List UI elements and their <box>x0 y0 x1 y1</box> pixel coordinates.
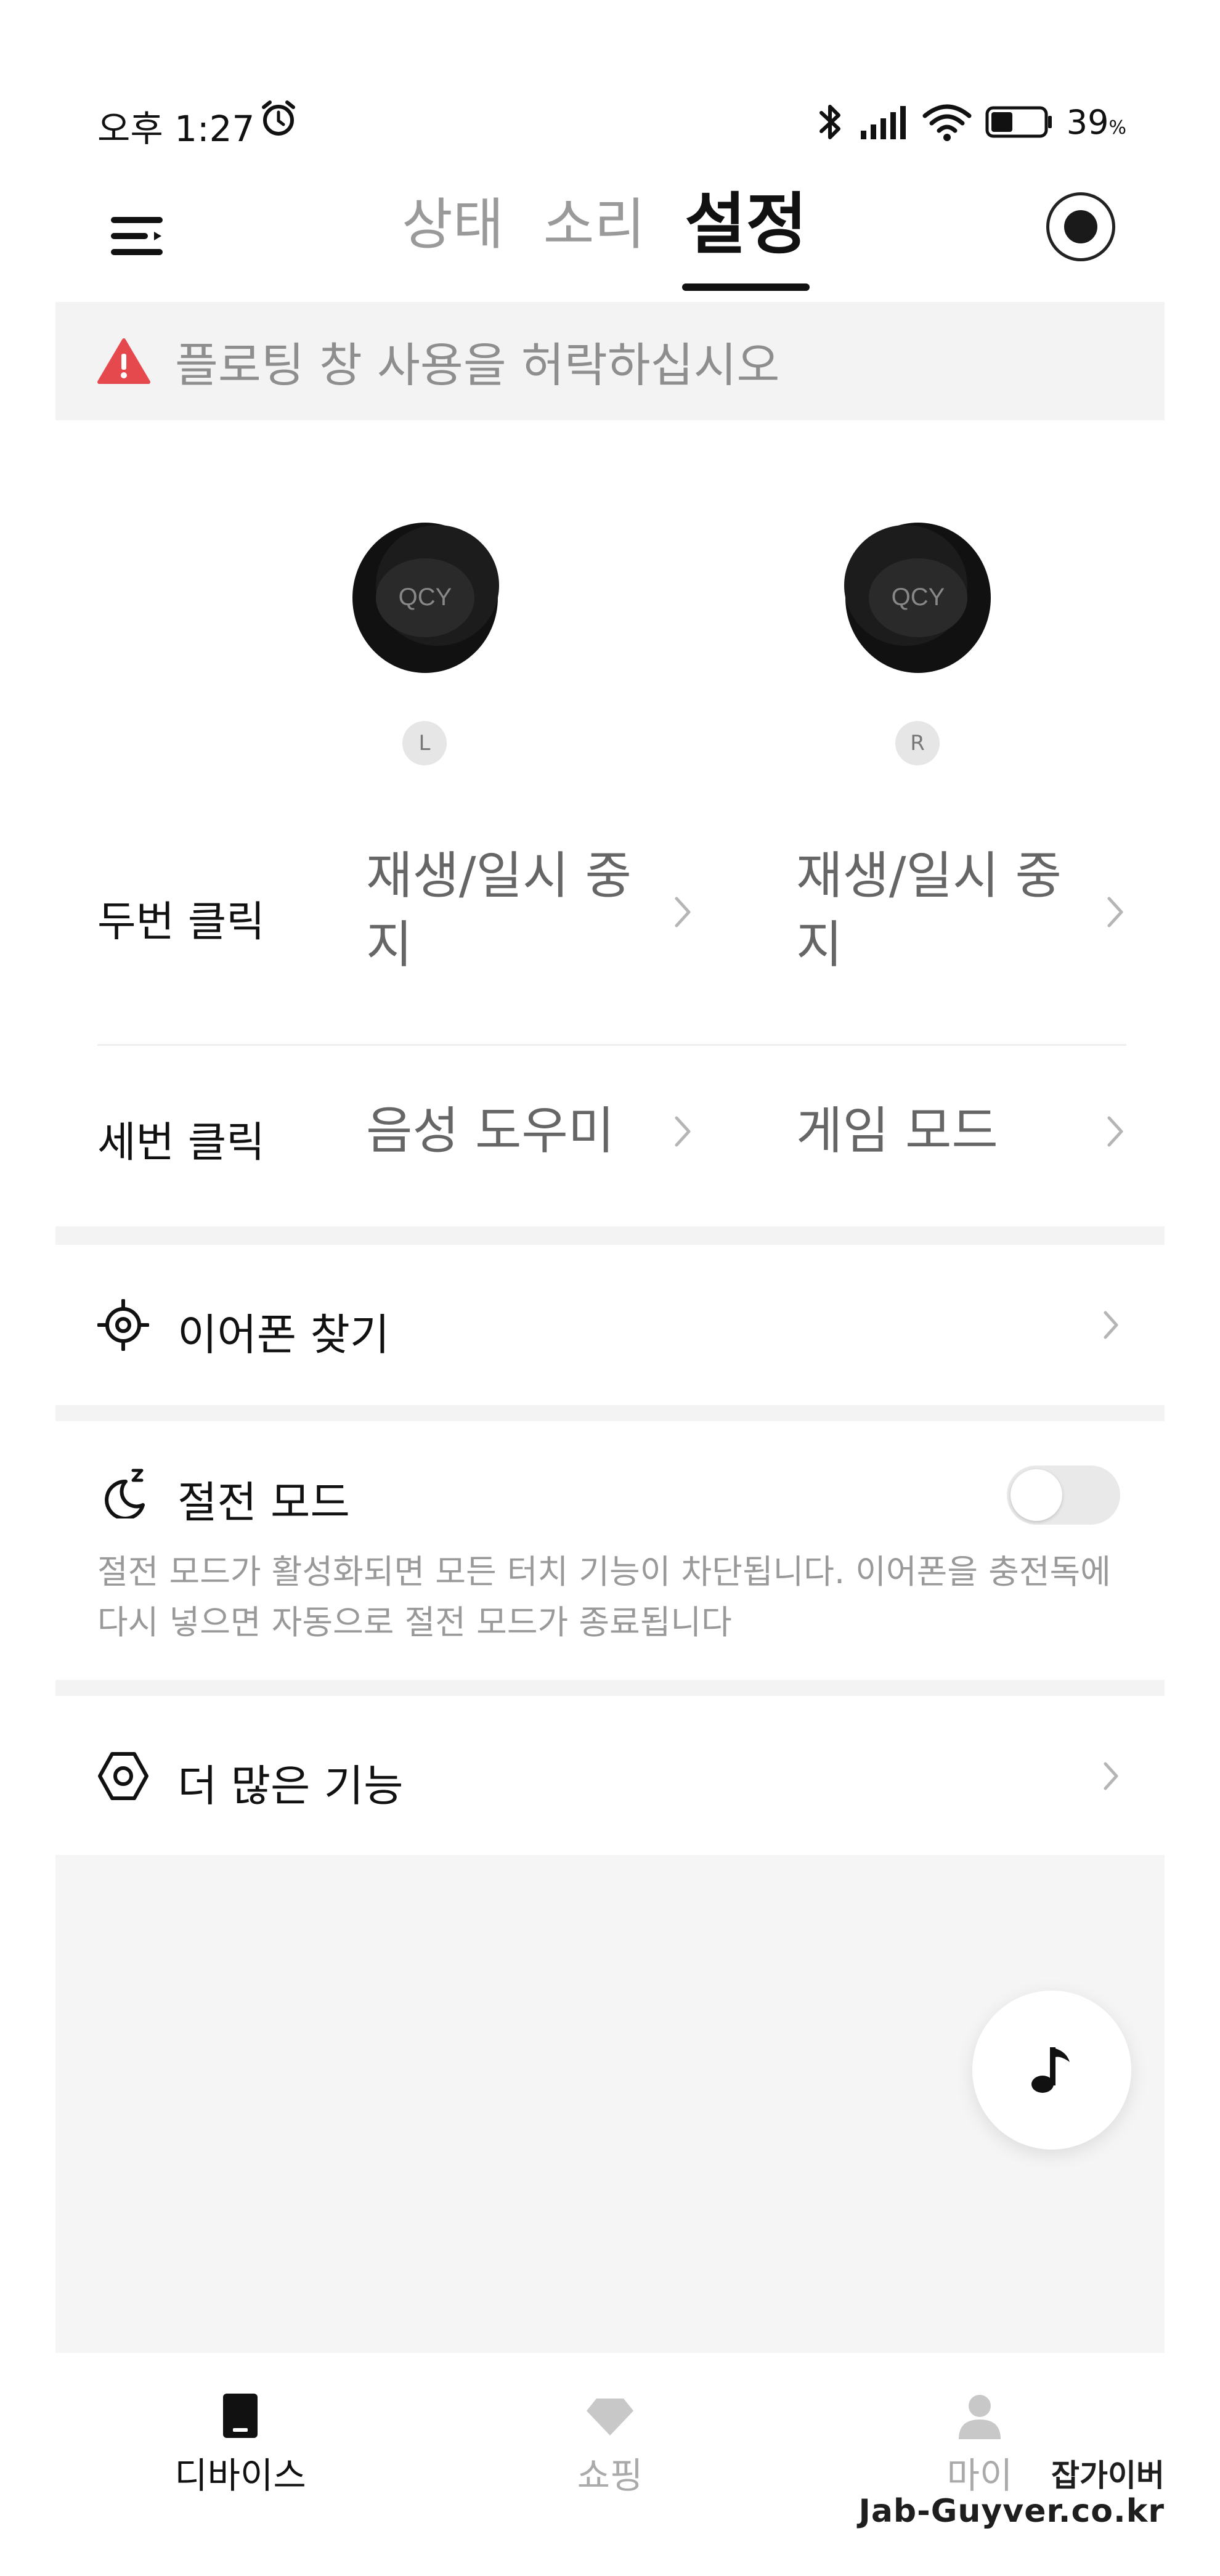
find-earphones-row[interactable]: 이어폰 찾기 <box>55 1245 1165 1405</box>
triple-click-left-value[interactable]: 음성 도우미 <box>366 1097 637 1166</box>
more-features-title: 더 많은 기능 <box>177 1761 404 1811</box>
tab-settings[interactable]: 설정 <box>665 179 827 296</box>
chevron-right-icon <box>1104 1762 1118 1790</box>
battery-percent: 39% <box>1067 103 1126 142</box>
section-separator <box>55 1405 1165 1421</box>
wifi-icon <box>922 102 972 142</box>
nav-devices[interactable]: 디바이스 <box>148 2390 333 2498</box>
triple-click-right-value[interactable]: 게임 모드 <box>796 1097 1067 1166</box>
nav-shopping[interactable]: 쇼핑 <box>518 2390 702 2498</box>
status-bar: 오후 1:27 39% <box>0 92 1220 154</box>
more-features-row[interactable]: 더 많은 기능 <box>55 1696 1165 1855</box>
triple-click-row: 세번 클릭 음성 도우미 게임 모드 <box>97 1097 1126 1183</box>
watermark-line2: Jab-Guyver.co.kr <box>858 2493 1165 2530</box>
watermark-line1: 잡가이버 <box>1051 2458 1165 2493</box>
double-click-left-value[interactable]: 재생/일시 중지 <box>366 842 637 980</box>
chevron-right-icon[interactable] <box>670 894 695 931</box>
hexagon-icon <box>98 1752 148 1800</box>
double-click-row: 두번 클릭 재생/일시 중지 재생/일시 중지 <box>97 838 1126 986</box>
logo-mark: QCY <box>399 584 452 611</box>
diamond-icon <box>587 2399 633 2435</box>
watermark: 잡가이버 Jab-Guyver.co.kr <box>858 2458 1165 2529</box>
row-divider <box>97 1044 1126 1046</box>
chevron-right-icon[interactable] <box>1103 1113 1128 1150</box>
bottom-navigation: 디바이스 쇼핑 마이 잡가이버 Jab-Guyver.co.kr <box>0 2353 1220 2576</box>
battery-value: 39 <box>1066 102 1109 142</box>
left-earbud-image: QCY <box>339 505 511 678</box>
power-saving-title: 절전 모드 <box>177 1477 350 1528</box>
double-click-right-value[interactable]: 재생/일시 중지 <box>796 842 1067 980</box>
bluetooth-icon <box>815 102 846 142</box>
warning-icon <box>97 338 150 384</box>
earbuds-device-button[interactable] <box>1046 192 1115 261</box>
floating-window-warning[interactable]: 플로팅 창 사용을 허락하십시오 <box>55 302 1165 420</box>
menu-button[interactable] <box>106 203 174 265</box>
power-saving-description: 절전 모드가 활성화되면 모든 터치 기능이 차단됩니다. 이어폰을 충전독에 … <box>97 1552 1111 1642</box>
find-earphones-title: 이어폰 찾기 <box>177 1310 390 1360</box>
battery-unit: % <box>1108 116 1126 139</box>
chevron-right-icon[interactable] <box>670 1113 695 1150</box>
device-icon <box>223 2394 258 2438</box>
tab-status[interactable]: 상태 <box>382 179 524 296</box>
status-indicators: 39% <box>815 97 1126 147</box>
tab-sound[interactable]: 소리 <box>524 179 665 296</box>
menu-icon <box>111 217 163 255</box>
battery-icon <box>985 105 1053 139</box>
chevron-right-icon[interactable] <box>1103 894 1128 931</box>
section-separator <box>55 1680 1165 1696</box>
logo-mark: QCY <box>892 584 945 611</box>
target-icon <box>97 1299 149 1351</box>
signal-icon <box>860 104 909 141</box>
tab-bar: 상태 소리 설정 <box>382 179 827 296</box>
app-header: 상태 소리 설정 <box>0 173 1220 296</box>
status-time: 오후 1:27 <box>97 108 255 150</box>
double-click-title: 두번 클릭 <box>97 898 265 947</box>
alarm-icon <box>259 99 298 138</box>
power-saving-toggle[interactable] <box>1007 1465 1120 1525</box>
settings-screen: 오후 1:27 39% 상태 소리 설정 플로팅 창 사용을 허락하십시오 QC… <box>0 0 1220 2576</box>
triple-click-title: 세번 클릭 <box>97 1119 265 1167</box>
earbud-avatar-icon <box>1064 210 1097 243</box>
right-earbud-label: R <box>895 721 940 765</box>
person-icon <box>959 2395 1001 2439</box>
nav-shopping-label: 쇼핑 <box>577 2455 643 2497</box>
moon-sleep-icon <box>105 1469 145 1518</box>
toggle-knob <box>1011 1469 1062 1521</box>
right-earbud-image: QCY <box>832 505 1004 678</box>
warning-text: 플로팅 창 사용을 허락하십시오 <box>175 338 780 393</box>
section-separator <box>55 1226 1165 1245</box>
left-earbud-label: L <box>402 721 447 765</box>
music-fab-button[interactable] <box>972 1991 1131 2150</box>
nav-devices-label: 디바이스 <box>174 2455 306 2497</box>
music-note-icon <box>1031 2047 1070 2093</box>
chevron-right-icon <box>1104 1311 1118 1339</box>
